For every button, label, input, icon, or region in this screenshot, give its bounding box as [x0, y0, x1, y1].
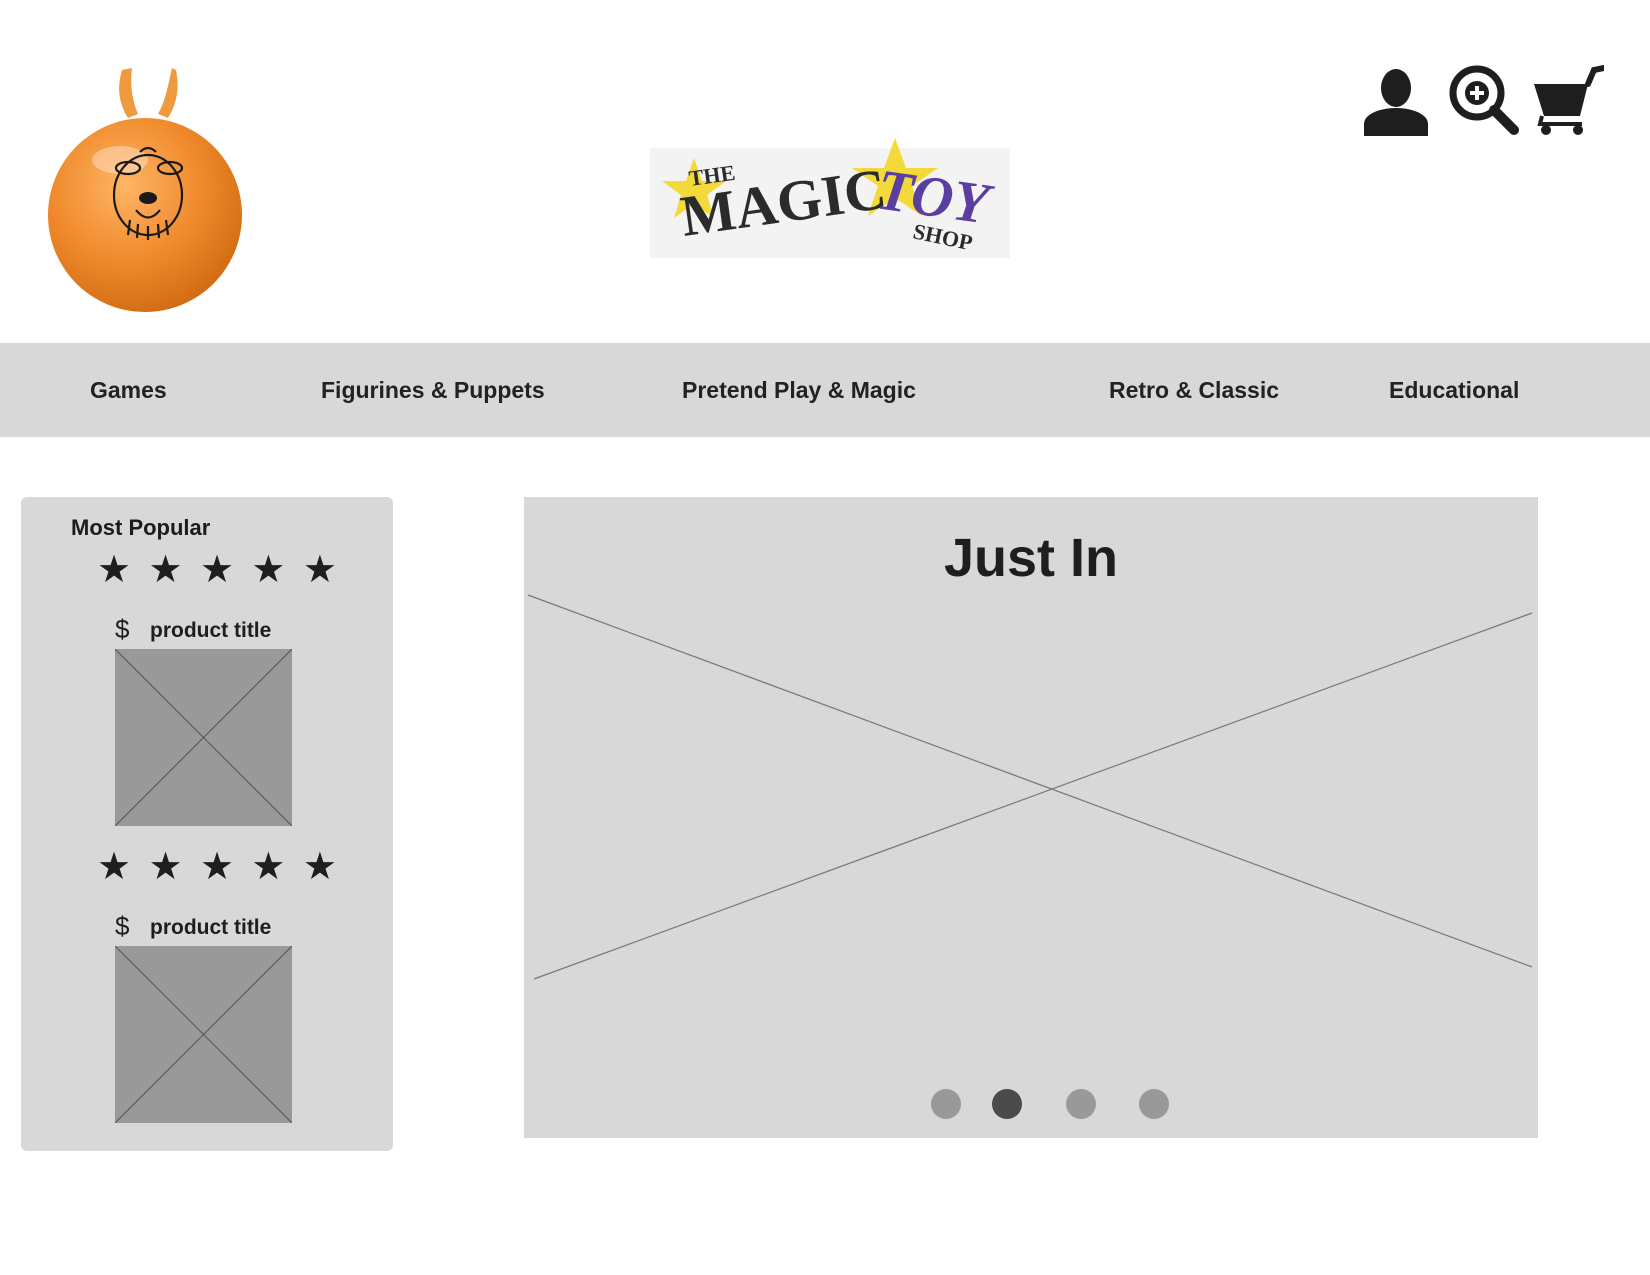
carousel-dot[interactable] [1139, 1089, 1169, 1119]
carousel-dot[interactable] [931, 1089, 961, 1119]
nav-item-figurines-puppets[interactable]: Figurines & Puppets [321, 343, 545, 437]
carousel-dot[interactable] [1066, 1089, 1096, 1119]
just-in-carousel[interactable]: Just In [524, 497, 1538, 1138]
star-icon: ★ [251, 844, 286, 888]
most-popular-panel: Most Popular ★ ★ ★ ★ ★ $ product title ★… [21, 497, 393, 1151]
product-title[interactable]: product title [150, 916, 271, 940]
space-hopper-image [48, 68, 242, 312]
product-rating: ★ ★ ★ ★ ★ [97, 846, 337, 886]
star-icon: ★ [251, 547, 286, 591]
product-rating: ★ ★ ★ ★ ★ [97, 549, 337, 589]
star-icon: ★ [97, 844, 132, 888]
product-price: $ [115, 911, 130, 941]
nav-item-games[interactable]: Games [90, 343, 167, 437]
category-nav-bar: Games Figurines & Puppets Pretend Play &… [0, 343, 1650, 437]
star-icon: ★ [148, 547, 183, 591]
carousel-title: Just In [943, 528, 1119, 588]
star-icon: ★ [302, 547, 337, 591]
cart-icon[interactable] [1532, 64, 1604, 136]
user-icon[interactable] [1360, 64, 1432, 136]
product-image-placeholder[interactable] [115, 649, 292, 826]
star-icon: ★ [148, 844, 183, 888]
most-popular-title: Most Popular [71, 515, 211, 540]
star-icon: ★ [302, 844, 337, 888]
carousel-dot-active[interactable] [992, 1089, 1022, 1119]
carousel-image-placeholder [527, 594, 1533, 980]
magic-toy-shop-logo[interactable]: THE MAGIC TOY SHOP [650, 138, 1010, 263]
star-icon: ★ [97, 547, 132, 591]
product-image-placeholder[interactable] [115, 946, 292, 1123]
nav-item-pretend-play-magic[interactable]: Pretend Play & Magic [682, 343, 916, 437]
product-title[interactable]: product title [150, 619, 271, 643]
star-icon: ★ [199, 844, 235, 888]
star-icon: ★ [199, 547, 235, 591]
nav-item-educational[interactable]: Educational [1389, 343, 1519, 437]
nav-item-retro-classic[interactable]: Retro & Classic [1109, 343, 1279, 437]
search-icon[interactable] [1448, 64, 1520, 136]
product-price: $ [115, 614, 130, 644]
